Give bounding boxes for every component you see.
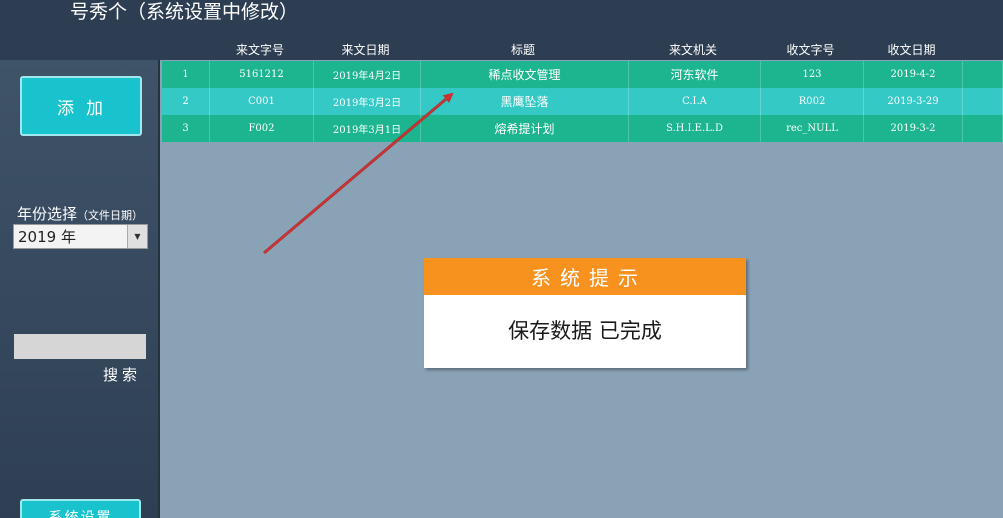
dialog-title: 系统提示 <box>424 258 746 295</box>
system-prompt-dialog: 系统提示 保存数据 已完成 <box>424 258 746 368</box>
dialog-message: 保存数据 已完成 <box>508 318 662 343</box>
